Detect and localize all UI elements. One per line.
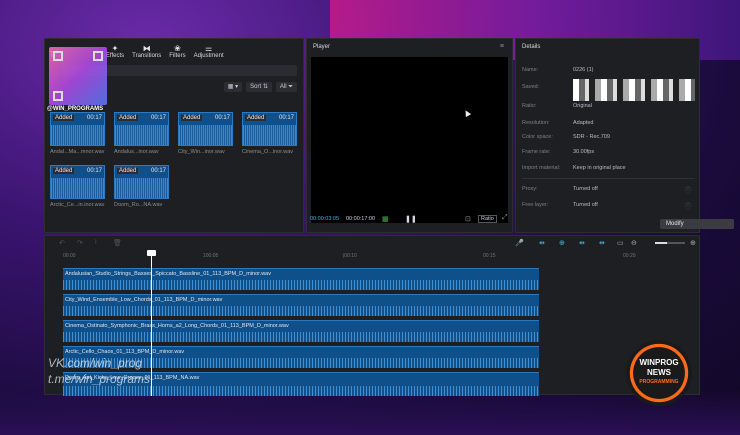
qr-code-overlay — [49, 47, 107, 105]
timeline-toolbar: ↶ ↷ ⟊ 🗑 🎤 ⇹ ⊕ ⇹ ⇹ ▭ ⊖ ⊕ — [45, 236, 699, 250]
view-toggle-button[interactable]: ▦ ▾ — [223, 82, 243, 92]
detail-value: Keep in original place — [573, 165, 626, 171]
clip-name: Arctic_Ce...in.inor.wav — [50, 202, 105, 208]
zoom-out-icon[interactable]: ⊖ — [631, 239, 637, 247]
player-total-time: 00:00:17:00 — [346, 216, 376, 222]
tool-adjustment[interactable]: ⚌ Adjustment — [194, 44, 224, 60]
background-glow-bottom — [0, 390, 740, 435]
undo-icon[interactable]: ↶ — [59, 239, 65, 247]
detail-value: Original — [573, 103, 592, 109]
link-icon[interactable]: ⇹ — [539, 239, 545, 247]
tool-filters[interactable]: ❀ Filters — [169, 44, 185, 60]
media-clip[interactable]: Added 00:17 — [114, 165, 169, 199]
filters-icon: ❀ — [174, 44, 181, 53]
waveform — [179, 125, 232, 145]
detail-label: Saved: — [522, 84, 540, 90]
grid-icon[interactable]: ▦ — [382, 215, 389, 223]
waveform — [63, 386, 539, 396]
watermark-vk: VK.com/win_prog — [48, 356, 143, 370]
clip-name: Andalus...inor.wav — [114, 149, 159, 155]
detail-label: Proxy: — [522, 186, 538, 192]
timeline-panel: ↶ ↷ ⟊ 🗑 🎤 ⇹ ⊕ ⇹ ⇹ ▭ ⊖ ⊕ 00:00 100:05 |00… — [44, 235, 700, 396]
tool-effects[interactable]: ✦ Effects — [106, 44, 124, 60]
redacted-path — [573, 79, 695, 101]
preview-axis-icon[interactable]: ⇹ — [599, 239, 605, 247]
audio-track[interactable]: City_Wind_Ensemble_Low_Chords_01_113_BPM… — [63, 294, 539, 316]
redo-icon[interactable]: ↷ — [77, 239, 83, 247]
audio-track[interactable]: Cinema_Ostinato_Symphonic_Brass_Horns_a2… — [63, 320, 539, 342]
microphone-icon[interactable]: 🎤 — [515, 239, 524, 247]
transitions-icon: ⧓ — [142, 44, 151, 53]
waveform — [115, 125, 168, 145]
waveform — [63, 280, 539, 290]
winprog-badge: WINPROG NEWS PROGRAMMING — [626, 340, 692, 406]
detail-value: SDR - Rec.709 — [573, 134, 610, 140]
divider — [522, 178, 695, 179]
split-icon[interactable]: ⟊ — [95, 239, 97, 247]
detail-label: Frame rate: — [522, 149, 551, 155]
details-panel: Details Name: 0226 (1) Saved: Ratio: Ori… — [515, 38, 700, 233]
detail-value: 0226 (1) — [573, 67, 594, 73]
waveform — [51, 125, 104, 145]
player-preview[interactable] — [311, 57, 508, 223]
zoom-slider[interactable] — [655, 242, 685, 244]
modify-button[interactable]: Modify — [660, 219, 734, 229]
info-icon[interactable]: ⓘ — [685, 185, 691, 194]
pause-button[interactable]: ❚❚ — [405, 215, 417, 223]
filter-all-button[interactable]: All ⏷ — [275, 82, 297, 92]
sort-button[interactable]: Sort ⇅ — [246, 82, 272, 92]
detail-label: Name: — [522, 67, 539, 73]
magnet-icon[interactable]: ⇹ — [579, 239, 585, 247]
clip-name: Cinema_O...inor.wav — [242, 149, 294, 155]
media-clip[interactable]: Added 00:17 — [178, 112, 233, 146]
detail-value: 30.00fps — [573, 149, 595, 155]
media-controls: ▦ ▾ Sort ⇅ All ⏷ — [223, 82, 297, 92]
zoom-in-icon[interactable]: ⊕ — [690, 239, 696, 247]
adjustment-icon: ⚌ — [205, 44, 213, 53]
timeline-ruler: 00:00 100:05 |00:10 00:15 00:20 — [63, 253, 636, 259]
media-panel: T ✦Effects ⧓Transitions ❀Filters ⚌Adjust… — [44, 38, 304, 233]
media-clip[interactable]: Added 00:17 — [50, 112, 105, 146]
menu-icon[interactable]: ≡ — [500, 43, 504, 50]
waveform — [63, 306, 539, 316]
clip-name: Doom_Ro...NA.wav — [114, 202, 163, 208]
detail-value: Adapted — [573, 120, 594, 126]
detail-label: Import material: — [522, 165, 561, 171]
clip-name: City_Win...inor.wav — [178, 149, 225, 155]
detail-value: Turned off — [573, 186, 598, 192]
caption-icon[interactable]: ▭ — [617, 239, 624, 247]
delete-icon[interactable]: 🗑 — [113, 239, 122, 247]
detail-label: Free layer: — [522, 202, 549, 208]
detail-label: Resolution: — [522, 120, 550, 126]
fit-icon[interactable]: ⊡ — [465, 215, 471, 223]
fullscreen-icon[interactable]: ⤢ — [502, 214, 508, 222]
watermark-telegram: t.me/win_programs — [48, 372, 151, 386]
details-title: Details — [522, 44, 541, 50]
detail-label: Color space: — [522, 134, 553, 140]
media-clip[interactable]: Added 00:17 — [50, 165, 105, 199]
waveform — [63, 332, 539, 342]
player-panel: Player ≡ — [306, 38, 513, 233]
player-title: Player — [313, 44, 331, 50]
detail-label: Ratio: — [522, 103, 537, 109]
ratio-button[interactable]: Ratio — [478, 215, 497, 223]
audio-track[interactable]: Andalusian_Studio_Strings_Basses_Spiccat… — [63, 268, 539, 290]
clip-name: Andal...Ma...mnor.wav — [50, 149, 105, 155]
snap-icon[interactable]: ⊕ — [559, 239, 565, 247]
info-icon[interactable]: ⓘ — [685, 201, 691, 210]
waveform — [51, 178, 104, 198]
detail-value: Turned off — [573, 202, 598, 208]
waveform — [115, 178, 168, 198]
tool-transitions[interactable]: ⧓ Transitions — [132, 44, 161, 60]
media-clip[interactable]: Added 00:17 — [114, 112, 169, 146]
effects-icon: ✦ — [111, 44, 119, 53]
player-current-time: 00:00:03:05 — [310, 216, 340, 222]
waveform — [243, 125, 296, 145]
media-clip[interactable]: Added 00:17 — [242, 112, 297, 146]
playhead[interactable] — [151, 251, 152, 396]
